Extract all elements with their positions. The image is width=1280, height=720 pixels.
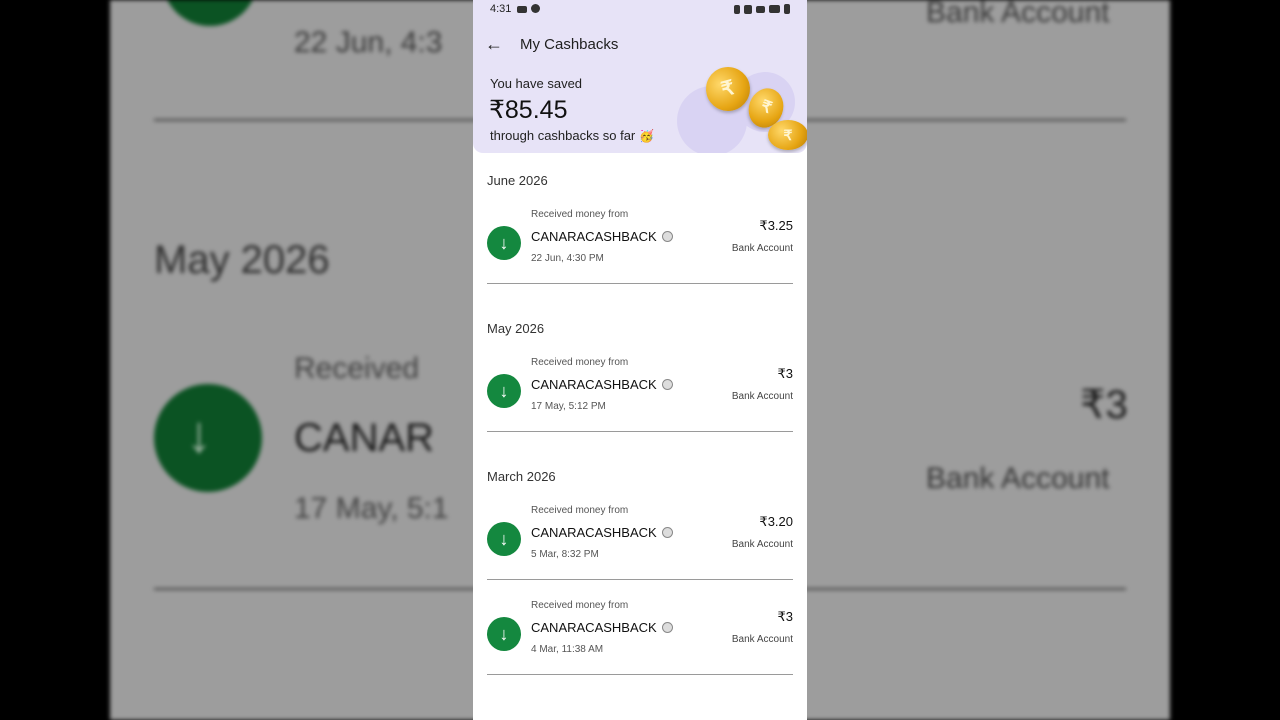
phone-screen: 4:31 ← My Cashbacks You have saved ₹85.4… bbox=[473, 0, 807, 720]
video-icon bbox=[517, 6, 527, 13]
transaction-date: 4 Mar, 11:38 AM bbox=[531, 644, 604, 655]
person-icon bbox=[661, 231, 673, 243]
transaction-name: CANARACASHBACK bbox=[531, 377, 673, 392]
transaction-label: Received money from bbox=[531, 357, 629, 368]
saved-subtitle: through cashbacks so far 🥳 bbox=[490, 128, 654, 143]
transaction-amount: ₹3 bbox=[777, 366, 793, 381]
coin-icon-3: ₹ bbox=[768, 120, 807, 150]
person-icon bbox=[661, 622, 673, 634]
month-heading: May 2026 bbox=[487, 321, 545, 336]
status-bar: 4:31 bbox=[490, 3, 790, 17]
received-arrow-icon: ↓ bbox=[487, 374, 521, 408]
received-arrow-icon: ↓ bbox=[487, 522, 521, 556]
transaction-account: Bank Account bbox=[731, 634, 793, 645]
divider bbox=[487, 431, 793, 432]
transaction-label: Received money from bbox=[531, 505, 629, 516]
sync-icon bbox=[531, 4, 540, 13]
transaction-name-text: CANARACASHBACK bbox=[531, 620, 657, 635]
signal-icon bbox=[769, 5, 780, 13]
transaction-row[interactable]: ↓ Received money from CANARACASHBACK 22 … bbox=[473, 200, 807, 290]
transaction-row[interactable]: ↓ Received money from CANARACASHBACK 5 M… bbox=[473, 496, 807, 586]
received-arrow-icon: ↓ bbox=[487, 226, 521, 260]
divider bbox=[487, 674, 793, 675]
person-icon bbox=[661, 527, 673, 539]
transaction-account: Bank Account bbox=[731, 391, 793, 402]
saved-label: You have saved bbox=[490, 76, 583, 91]
transaction-date: 22 Jun, 4:30 PM bbox=[531, 253, 604, 264]
mic-icon bbox=[734, 4, 740, 14]
month-heading: March 2026 bbox=[487, 469, 556, 484]
divider bbox=[487, 283, 793, 284]
party-popper-icon: 🥳 bbox=[639, 129, 655, 143]
divider bbox=[487, 579, 793, 580]
saved-sub-text: through cashbacks so far bbox=[490, 128, 636, 143]
transaction-date: 5 Mar, 8:32 PM bbox=[531, 549, 599, 560]
transaction-name-text: CANARACASHBACK bbox=[531, 229, 657, 244]
transaction-amount: ₹3 bbox=[777, 609, 793, 624]
transaction-amount: ₹3.25 bbox=[759, 218, 793, 233]
person-icon bbox=[661, 379, 673, 391]
month-heading: June 2026 bbox=[487, 173, 548, 188]
transaction-label: Received money from bbox=[531, 600, 629, 611]
transaction-row[interactable]: ↓ Received money from CANARACASHBACK 4 M… bbox=[473, 591, 807, 681]
battery-icon bbox=[784, 4, 790, 14]
received-arrow-icon: ↓ bbox=[487, 617, 521, 651]
page-title: My Cashbacks bbox=[520, 36, 619, 53]
mute-icon bbox=[744, 4, 752, 14]
transaction-account: Bank Account bbox=[731, 243, 793, 254]
transaction-account: Bank Account bbox=[731, 539, 793, 550]
saved-amount: ₹85.45 bbox=[489, 96, 568, 124]
transaction-name: CANARACASHBACK bbox=[531, 525, 673, 540]
network-icon bbox=[756, 5, 765, 13]
transaction-name-text: CANARACASHBACK bbox=[531, 377, 657, 392]
transaction-name: CANARACASHBACK bbox=[531, 620, 673, 635]
transaction-row[interactable]: ↓ Received money from CANARACASHBACK 17 … bbox=[473, 348, 807, 438]
transaction-amount: ₹3.20 bbox=[759, 514, 793, 529]
transaction-label: Received money from bbox=[531, 209, 629, 220]
transaction-name: CANARACASHBACK bbox=[531, 229, 673, 244]
back-arrow-icon[interactable]: ← bbox=[483, 33, 505, 55]
transaction-name-text: CANARACASHBACK bbox=[531, 525, 657, 540]
status-icons bbox=[734, 4, 790, 14]
transaction-date: 17 May, 5:12 PM bbox=[531, 401, 606, 412]
cashback-header: 4:31 ← My Cashbacks You have saved ₹85.4… bbox=[473, 0, 807, 153]
status-time: 4:31 bbox=[490, 3, 512, 15]
